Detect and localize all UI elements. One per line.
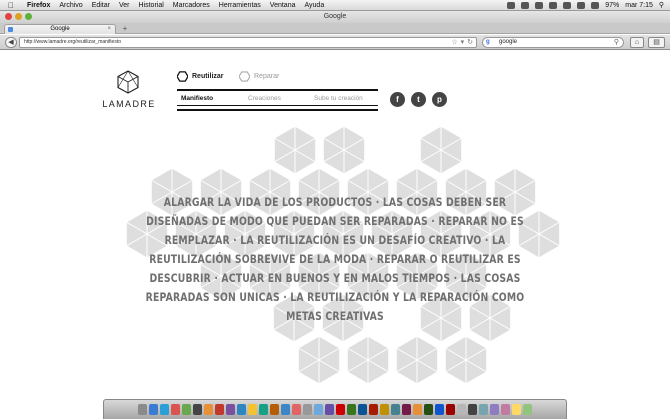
- dock-app-icon[interactable]: [402, 404, 411, 415]
- dock-app-icon[interactable]: [358, 404, 367, 415]
- dock-app-icon[interactable]: [215, 404, 224, 415]
- dock-app-icon[interactable]: [391, 404, 400, 415]
- dock-app-icon[interactable]: [347, 404, 356, 415]
- category-label: Reutilizar: [192, 73, 224, 80]
- dock-app-icon[interactable]: [512, 404, 521, 415]
- dock-app-icon[interactable]: [424, 404, 433, 415]
- dock-app-icon[interactable]: [380, 404, 389, 415]
- dock-app-icon[interactable]: [457, 404, 466, 415]
- subnav-sube-tu-creacion[interactable]: Sube tu creación: [314, 95, 363, 102]
- dock-app-icon[interactable]: [226, 404, 235, 415]
- dock-app-icon[interactable]: [413, 404, 422, 415]
- dock-app-icon[interactable]: [270, 404, 279, 415]
- facebook-icon[interactable]: f: [390, 92, 405, 107]
- dock-app-icon[interactable]: [171, 404, 180, 415]
- subnav-creaciones[interactable]: Creaciones: [248, 95, 281, 102]
- dock-app-icon[interactable]: [193, 404, 202, 415]
- dock-app-icon[interactable]: [325, 404, 334, 415]
- dock-app-icon[interactable]: [204, 404, 213, 415]
- dock-app-icon[interactable]: [490, 404, 499, 415]
- lamadre-logo-icon[interactable]: [116, 70, 140, 94]
- dock-app-icon[interactable]: [479, 404, 488, 415]
- dock-app-icon[interactable]: [138, 404, 147, 415]
- divider: [177, 105, 378, 106]
- dock-app-icon[interactable]: [468, 404, 477, 415]
- subnav-manifiesto[interactable]: Manifiesto: [181, 95, 213, 102]
- dock-app-icon[interactable]: [523, 404, 532, 415]
- dock-app-icon[interactable]: [336, 404, 345, 415]
- dock-app-icon[interactable]: [182, 404, 191, 415]
- dock-app-icon[interactable]: [237, 404, 246, 415]
- dock-app-icon[interactable]: [149, 404, 158, 415]
- dock-app-icon[interactable]: [303, 404, 312, 415]
- dock-app-icon[interactable]: [160, 404, 169, 415]
- dock-app-icon[interactable]: [501, 404, 510, 415]
- dock-app-icon[interactable]: [292, 404, 301, 415]
- sub-navigation: Manifiesto Creaciones Sube tu creación: [177, 89, 378, 111]
- category-reparar[interactable]: Reparar: [239, 71, 279, 82]
- manifesto-text: ALARGAR LA VIDA DE LOS PRODUCTOS · LAS C…: [145, 196, 525, 323]
- dock-app-icon[interactable]: [446, 404, 455, 415]
- dock-app-icon[interactable]: [248, 404, 257, 415]
- dock-app-icon[interactable]: [314, 404, 323, 415]
- twitter-icon[interactable]: t: [411, 92, 426, 107]
- dock-app-icon[interactable]: [435, 404, 444, 415]
- hexagon-icon: [177, 71, 188, 82]
- category-reutilizar[interactable]: Reutilizar: [177, 71, 224, 82]
- hexagon-broken-icon: [239, 71, 250, 82]
- lamadre-logo-text[interactable]: LAMADRE: [99, 99, 159, 109]
- dock-app-icon[interactable]: [369, 404, 378, 415]
- category-label: Reparar: [254, 73, 280, 80]
- dock-app-icon[interactable]: [281, 404, 290, 415]
- pinterest-icon[interactable]: p: [432, 92, 447, 107]
- dock-app-icon[interactable]: [259, 404, 268, 415]
- macos-dock: [103, 399, 567, 419]
